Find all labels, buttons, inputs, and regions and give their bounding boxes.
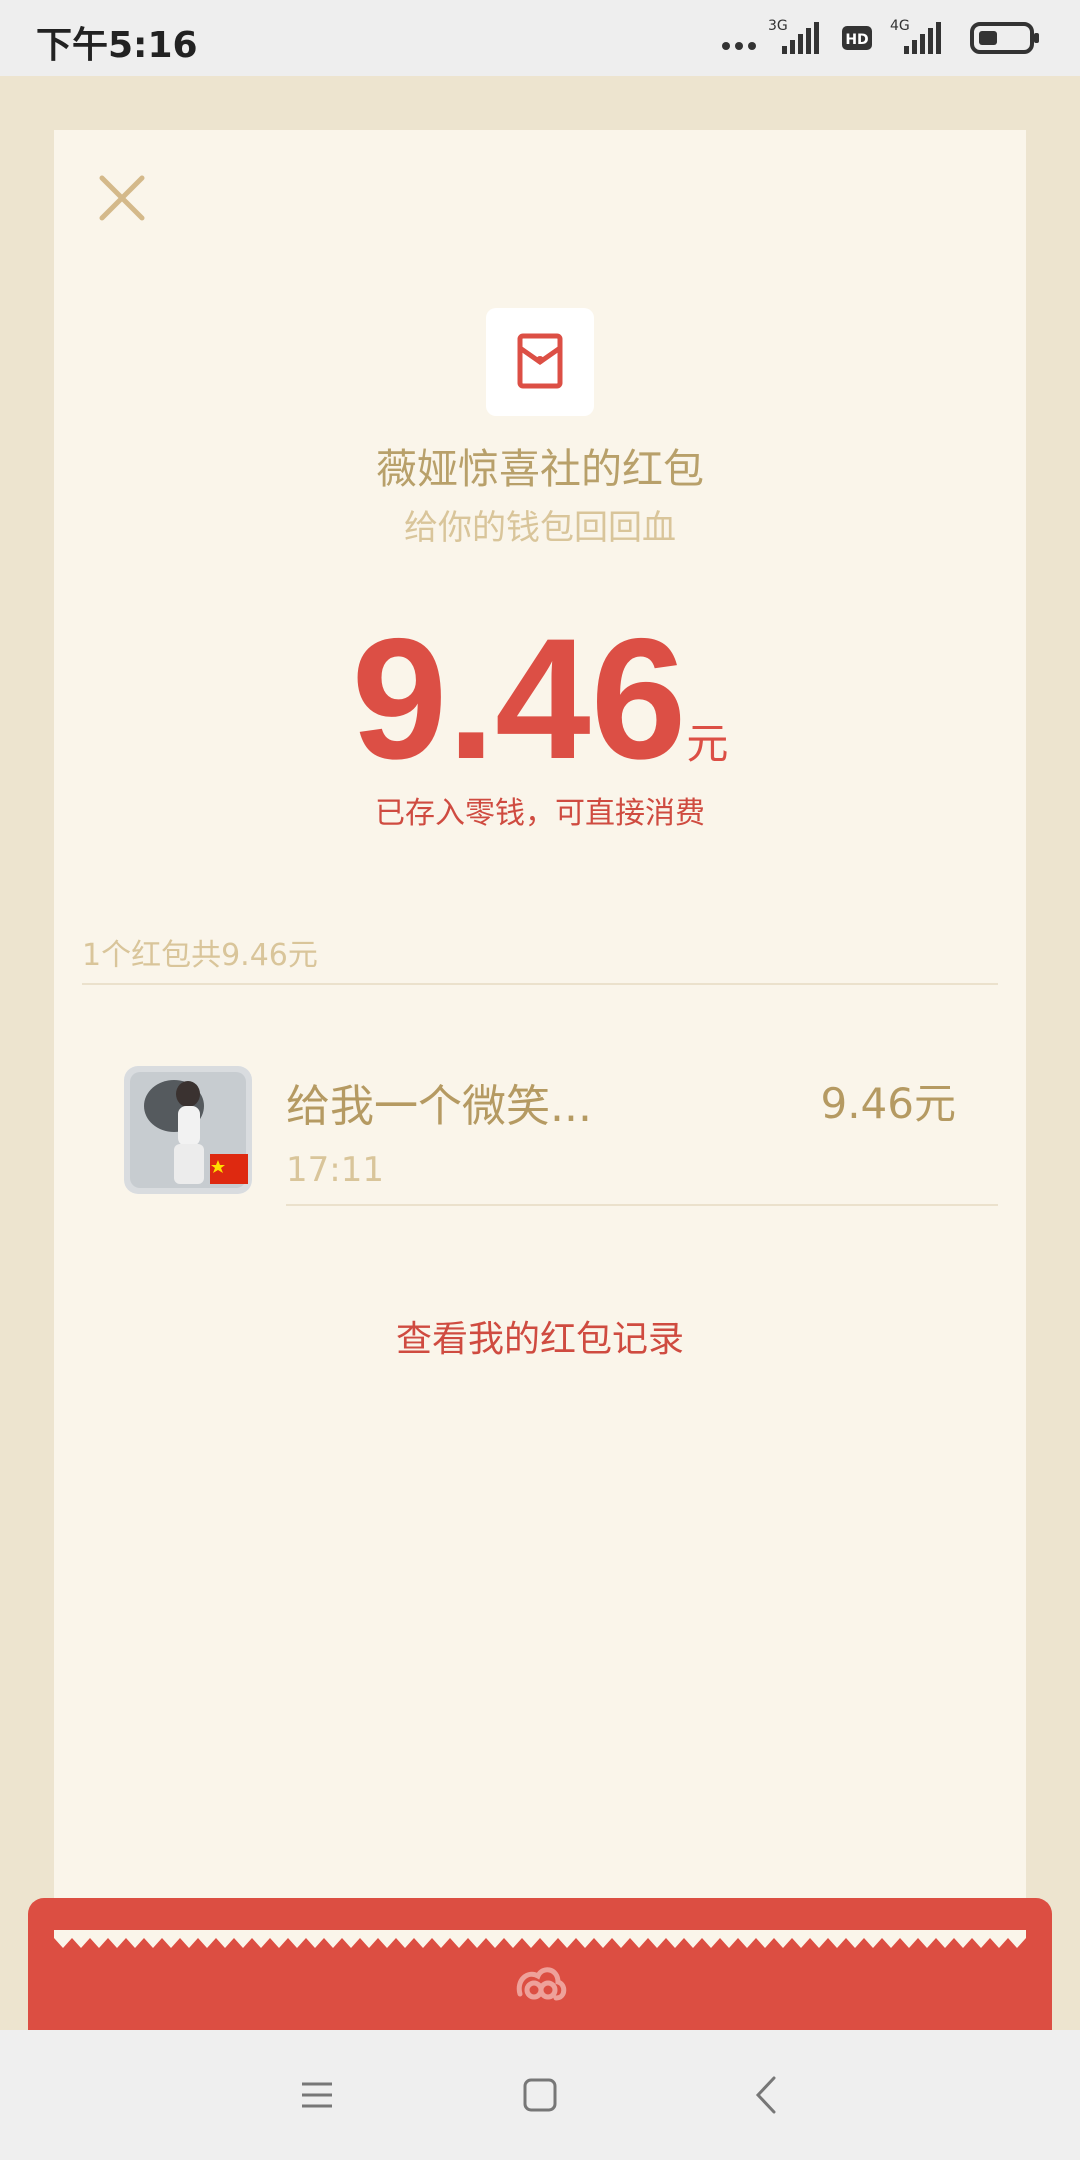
record-divider (286, 1204, 998, 1206)
network-label-1: 3G (768, 18, 788, 34)
more-dots-icon (722, 42, 756, 50)
sender-title: 薇娅惊喜社的红包 (376, 445, 704, 493)
network-label-2: 4G (890, 18, 910, 34)
deposit-note: 已存入零钱，可直接消费 (375, 796, 705, 831)
signal-4g-icon: 4G (890, 18, 941, 54)
status-icons: 3G HD 4G (720, 16, 1050, 60)
status-time: 下午5:16 (36, 25, 198, 66)
amount-display: 9.46元 (54, 600, 1026, 798)
blessing-text: 给你的钱包回回血 (404, 508, 676, 548)
zigzag-edge (54, 1930, 1026, 1948)
red-packet-badge (486, 308, 594, 416)
system-nav-bar (0, 2030, 1080, 2160)
amount-value: 9.46 (351, 603, 687, 795)
red-packet-detail-card: 薇娅惊喜社的红包 给你的钱包回回血 9.46元 已存入零钱，可直接消费 1个红包… (54, 130, 1026, 1930)
avatar-image (124, 1066, 252, 1194)
cloud-icon (516, 1967, 567, 2001)
hd-label: HD (845, 32, 868, 48)
back-icon[interactable] (742, 2070, 792, 2120)
record-name: 给我一个微笑... (286, 1081, 592, 1132)
view-records-link[interactable]: 查看我的红包记录 (54, 1310, 1026, 1362)
record-amount: 9.46元 (820, 1079, 956, 1128)
avatar[interactable] (124, 1066, 252, 1194)
record-time: 17:11 (286, 1150, 384, 1190)
status-bar: 下午5:16 3G HD 4G (0, 0, 1080, 76)
hd-icon: HD (842, 26, 872, 50)
menu-icon[interactable] (292, 2070, 342, 2120)
amount-unit: 元 (686, 719, 729, 768)
battery-icon (970, 22, 1039, 54)
record-row[interactable]: 给我一个微笑... 17:11 9.46元 (54, 930, 1026, 1194)
signal-3g-icon: 3G (768, 18, 819, 54)
close-icon[interactable] (94, 170, 150, 226)
red-packet-icon (517, 333, 563, 389)
home-icon[interactable] (515, 2070, 565, 2120)
